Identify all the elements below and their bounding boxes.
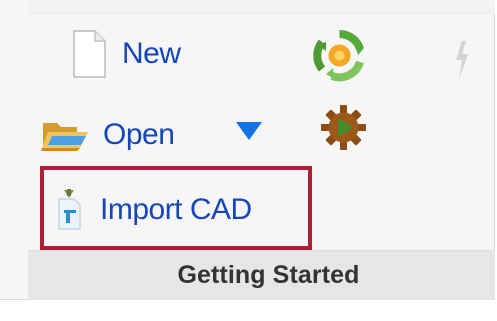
ribbon-canvas: New Open Import CAD Getting Started [0, 0, 497, 321]
import-cad-button[interactable]: Import CAD [56, 186, 252, 234]
new-label: New [122, 37, 181, 70]
lightning-icon [452, 40, 472, 80]
refresh-button[interactable] [313, 29, 366, 82]
open-button[interactable]: Open [40, 111, 175, 159]
settings-button[interactable] [320, 104, 367, 151]
gear-icon [320, 104, 367, 151]
new-document-icon [72, 30, 107, 78]
open-label: Open [103, 118, 175, 151]
chevron-down-icon [233, 118, 265, 144]
import-cad-label: Import CAD [100, 193, 252, 226]
group-footer: Getting Started [28, 250, 495, 300]
refresh-icon [313, 29, 366, 82]
import-cad-icon [56, 189, 82, 231]
open-dropdown[interactable] [233, 118, 265, 144]
lightning-button[interactable] [452, 40, 472, 80]
group-title: Getting Started [177, 261, 360, 289]
ribbon-panel: New Open Import CAD Getting Started [0, 0, 495, 300]
new-button[interactable]: New [72, 30, 181, 78]
ribbon-top-separator [28, 0, 495, 14]
open-folder-icon [40, 118, 90, 152]
